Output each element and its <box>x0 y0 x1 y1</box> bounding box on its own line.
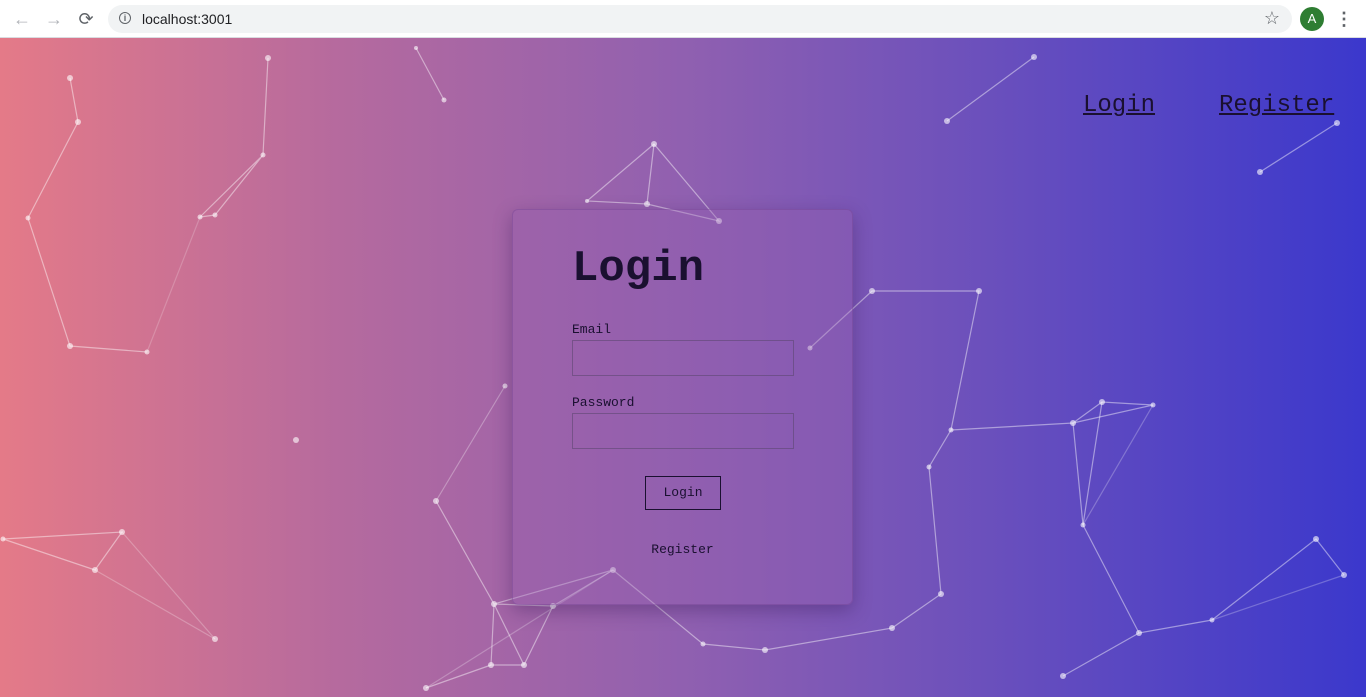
url-text[interactable]: localhost:3001 <box>142 11 232 27</box>
password-field[interactable] <box>572 413 794 449</box>
nav-login-link[interactable]: Login <box>1083 92 1155 119</box>
reload-icon[interactable]: ⟳ <box>74 8 98 30</box>
register-link[interactable]: Register <box>513 542 852 557</box>
page-title: Login <box>572 244 705 294</box>
login-button[interactable]: Login <box>645 476 721 510</box>
kebab-menu-icon[interactable]: ⋮ <box>1334 7 1354 31</box>
forward-arrow-icon[interactable]: → <box>42 8 66 30</box>
email-field[interactable] <box>572 340 794 376</box>
page-background: Login Register Login Email Password Logi… <box>0 38 1366 697</box>
back-arrow-icon[interactable]: ← <box>10 8 34 30</box>
info-icon[interactable]: i <box>119 12 131 24</box>
star-icon[interactable]: ☆ <box>1264 8 1280 29</box>
password-label: Password <box>572 395 635 410</box>
address-bar[interactable]: i localhost:3001 ☆ <box>108 5 1292 33</box>
email-label: Email <box>572 322 612 337</box>
nav-register-link[interactable]: Register <box>1219 92 1334 119</box>
browser-toolbar: ← → ⟳ i localhost:3001 ☆ A ⋮ <box>0 0 1366 38</box>
login-card: Login Email Password Login Register <box>512 209 853 605</box>
avatar[interactable]: A <box>1300 7 1324 31</box>
